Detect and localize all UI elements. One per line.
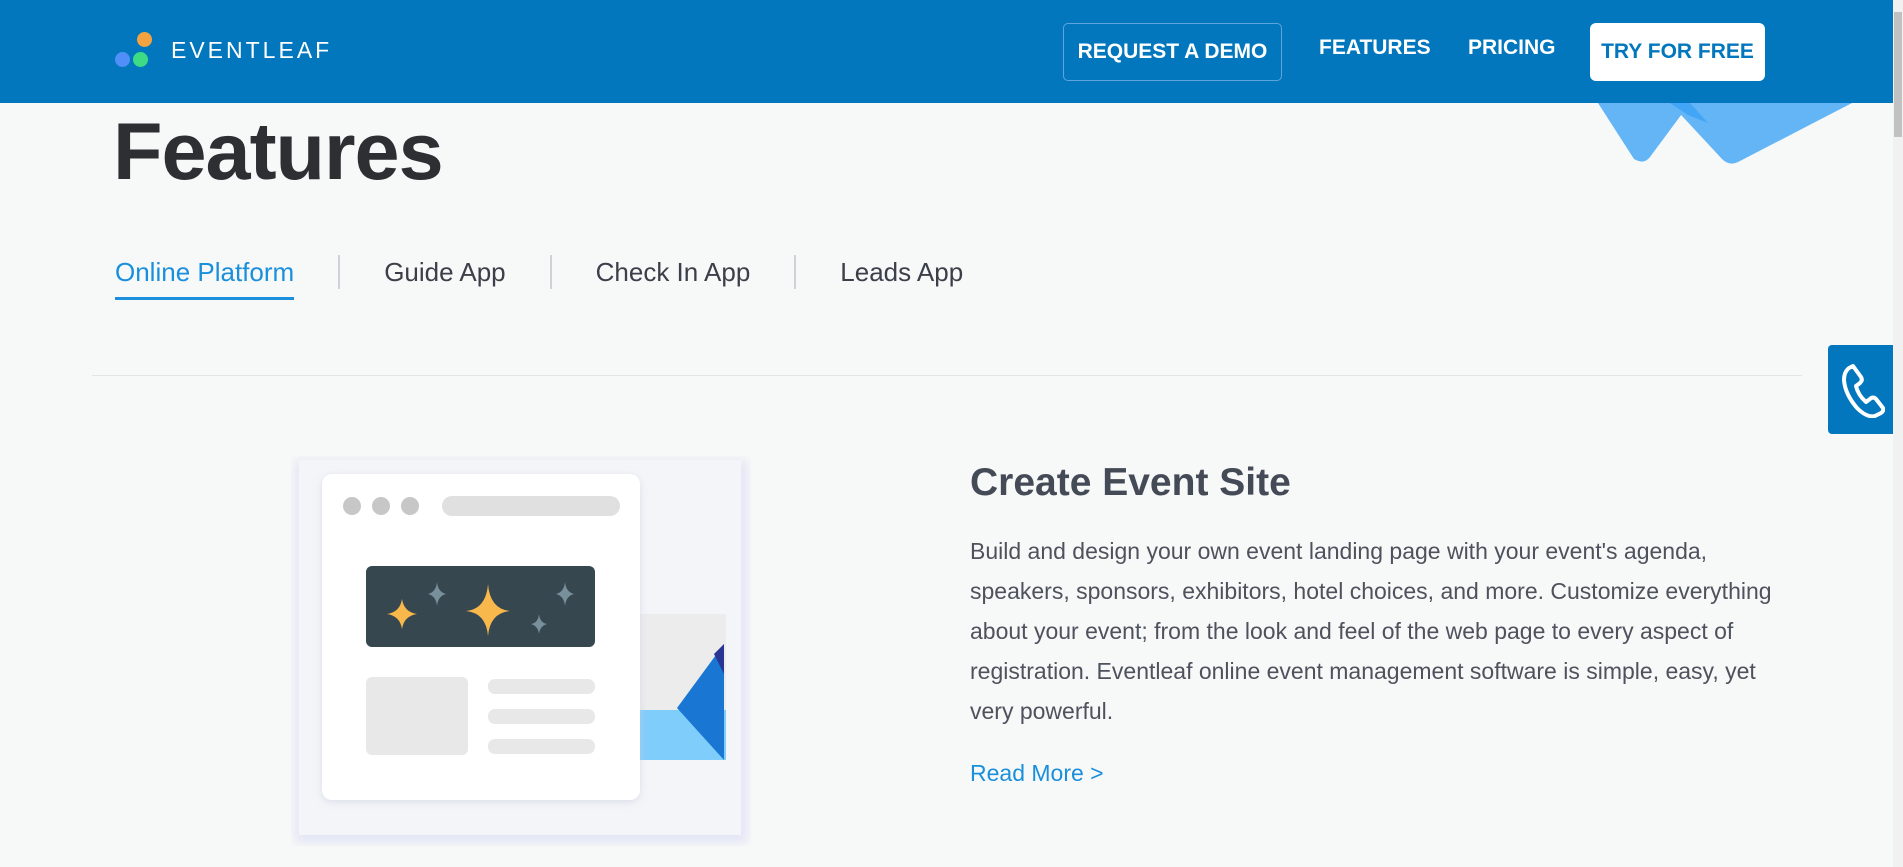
tab-leads-app[interactable]: Leads App [840,257,963,300]
read-more-link[interactable]: Read More > [970,760,1104,787]
request-demo-button[interactable]: REQUEST A DEMO [1063,23,1282,81]
tab-guide-app[interactable]: Guide App [384,257,505,300]
try-for-free-button[interactable]: TRY FOR FREE [1590,23,1765,81]
tab-divider [794,255,797,289]
feature-description: Build and design your own event landing … [970,538,1772,724]
nav-pricing-link[interactable]: PRICING [1468,36,1556,60]
feature-tabs: Online Platform Guide App Check In App L… [115,255,963,301]
site-header: EVENTLEAF REQUEST A DEMO FEATURES PRICIN… [0,0,1893,103]
event-site-illustration [295,460,747,843]
nav-features-link[interactable]: FEATURES [1319,36,1431,60]
tab-check-in-app[interactable]: Check In App [596,257,751,300]
tab-online-platform[interactable]: Online Platform [115,257,295,300]
decorative-shapes [1598,103,1852,164]
page-scrollbar[interactable] [1893,0,1903,867]
tab-divider [338,255,341,289]
tab-divider [549,255,552,289]
scrollbar-thumb[interactable] [1894,12,1902,137]
brand-logo[interactable]: EVENTLEAF [113,30,332,70]
eventleaf-logo-icon [113,30,153,70]
page-title: Features [113,107,444,197]
phone-contact-button[interactable] [1828,345,1895,434]
phone-icon [1841,363,1885,418]
feature-heading: Create Event Site [970,461,1291,504]
section-divider [92,375,1802,376]
brand-name: EVENTLEAF [171,36,333,63]
